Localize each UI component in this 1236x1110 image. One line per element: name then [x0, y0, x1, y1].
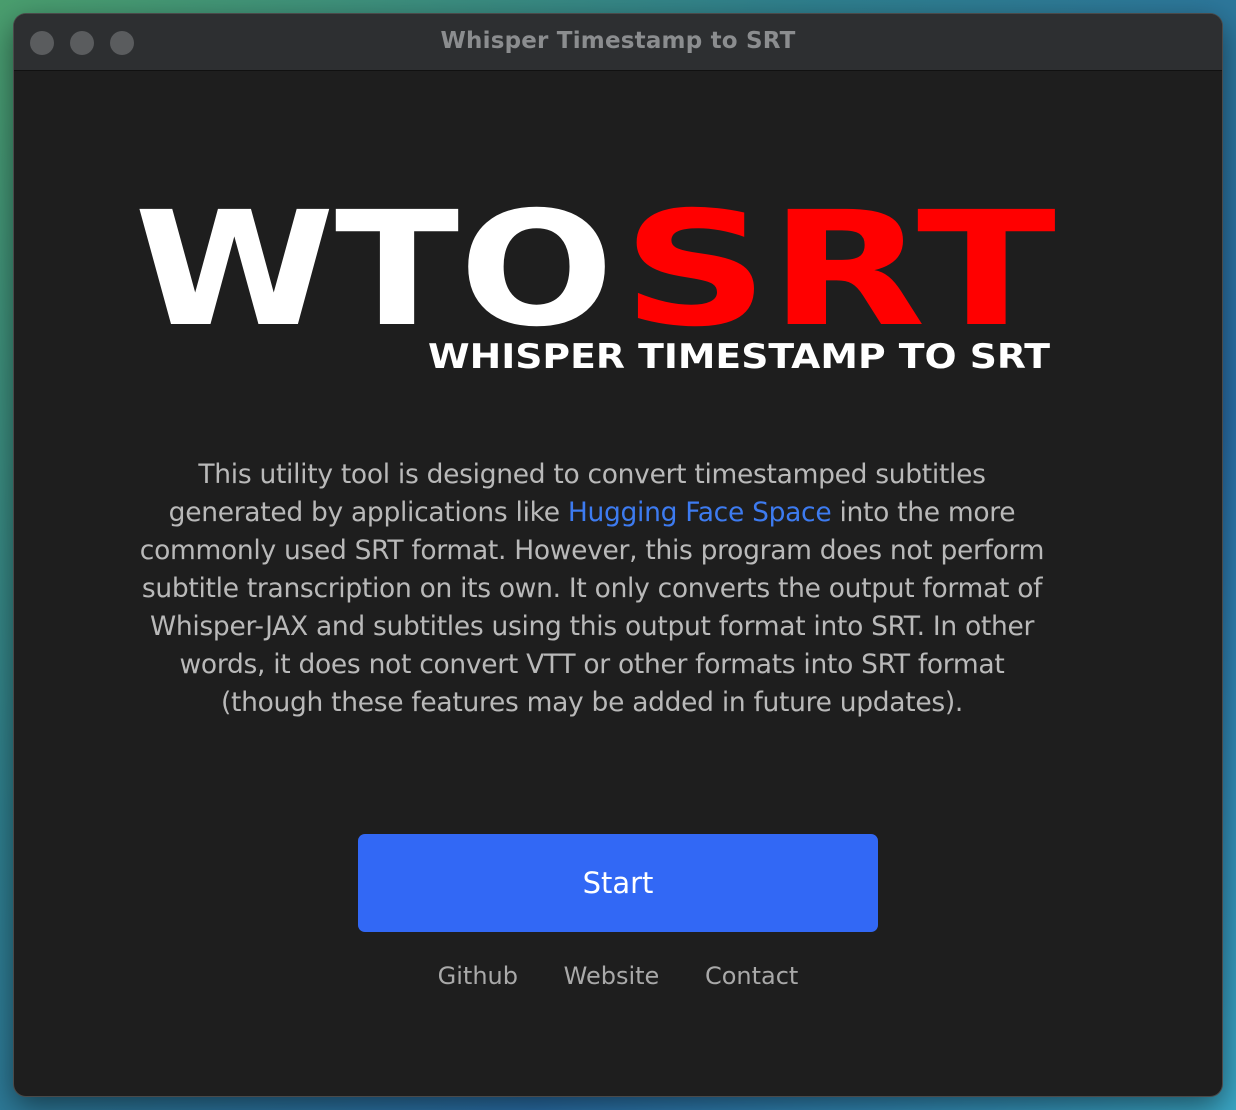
- website-link[interactable]: Website: [564, 962, 660, 990]
- description-after-link: into the more commonly used SRT format. …: [139, 497, 1045, 718]
- footer-links: Github Website Contact: [14, 962, 1222, 990]
- app-logo: WTO SRT WHISPER TIMESTAMP TO SRT: [134, 178, 1056, 374]
- contact-link[interactable]: Contact: [705, 962, 798, 990]
- start-button[interactable]: Start: [358, 834, 878, 932]
- window-title: Whisper Timestamp to SRT: [440, 28, 796, 54]
- logo-subtitle: WHISPER TIMESTAMP TO SRT: [428, 337, 1051, 374]
- github-link[interactable]: Github: [438, 962, 518, 990]
- title-bar[interactable]: Whisper Timestamp to SRT: [14, 14, 1222, 71]
- app-window: Whisper Timestamp to SRT WTO SRT WHISPER…: [14, 14, 1222, 1096]
- description-text: This utility tool is designed to convert…: [132, 456, 1052, 722]
- logo-srt-text: SRT: [622, 178, 1056, 362]
- logo-wto-text: WTO: [134, 178, 614, 362]
- hugging-face-space-link[interactable]: Hugging Face Space: [568, 497, 832, 528]
